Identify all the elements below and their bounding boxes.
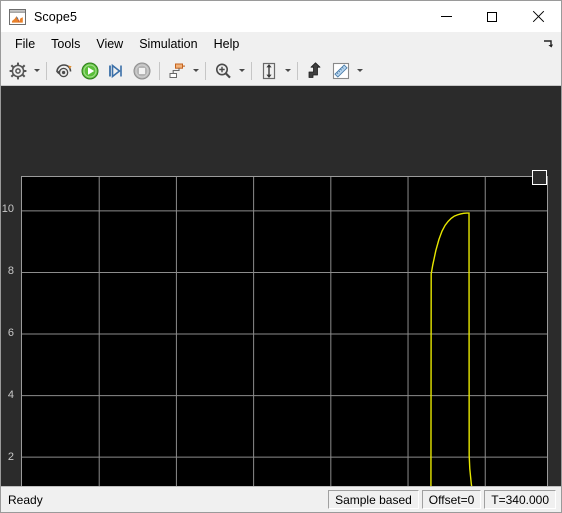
zoom-button[interactable] xyxy=(210,59,236,83)
measurements-button[interactable] xyxy=(328,59,354,83)
chevron-down-icon xyxy=(356,69,363,72)
step-forward-icon xyxy=(109,63,122,78)
toolbar-separator xyxy=(297,61,298,80)
layout-icon xyxy=(169,63,185,78)
menu-item-simulation[interactable]: Simulation xyxy=(131,34,205,55)
maximize-axes-icon xyxy=(534,172,545,183)
layout-caret[interactable] xyxy=(190,59,201,83)
menu-item-help[interactable]: Help xyxy=(206,34,248,55)
close-button[interactable] xyxy=(515,1,561,32)
stop-button[interactable] xyxy=(129,59,155,83)
matlab-logo-glyph xyxy=(12,15,23,23)
measurements-ruler-icon xyxy=(332,62,350,79)
minimize-icon xyxy=(440,16,452,17)
stop-icon xyxy=(133,62,151,79)
y-tick-label: 10 xyxy=(1,203,14,216)
zoom-in-icon xyxy=(216,63,231,78)
chevron-down-icon xyxy=(284,69,291,72)
window-controls xyxy=(423,1,561,32)
maximize-axes-button[interactable] xyxy=(532,170,547,185)
y-tick-label: 4 xyxy=(7,388,14,401)
close-icon xyxy=(532,11,544,23)
measurements-caret[interactable] xyxy=(354,59,365,83)
y-axis-ticks: 0246810 xyxy=(1,176,17,486)
toolbar-separator xyxy=(251,61,252,80)
zoom-caret[interactable] xyxy=(236,59,247,83)
chevron-down-icon xyxy=(33,69,40,72)
play-icon xyxy=(81,62,99,79)
signal-trace xyxy=(22,213,547,486)
signal-plot xyxy=(22,177,547,486)
scope-window: Scope5 File Tools View Simulation Help 2… xyxy=(0,0,562,513)
time-panel: T=340.000 xyxy=(484,490,556,509)
chevron-down-icon xyxy=(238,69,245,72)
menu-item-file[interactable]: File xyxy=(7,34,43,55)
maximize-button[interactable] xyxy=(469,1,515,32)
step-forward-button[interactable] xyxy=(103,59,129,83)
menu-item-view[interactable]: View xyxy=(88,34,131,55)
chevron-down-icon xyxy=(192,69,199,72)
trigger-arrow-icon xyxy=(308,61,321,78)
scope-display-area: 0246810 050100150200250300 xyxy=(1,86,561,486)
matlab-scope-icon xyxy=(9,8,26,25)
autoscale-button[interactable] xyxy=(256,59,282,83)
y-tick-label: 6 xyxy=(7,326,14,339)
window-title: Scope5 xyxy=(34,9,77,24)
menu-item-tools[interactable]: Tools xyxy=(43,34,88,55)
y-tick-label: 8 xyxy=(7,264,14,277)
toolbar xyxy=(1,56,561,86)
sample-mode-panel: Sample based xyxy=(328,490,419,509)
status-bar: Ready Sample based Offset=0 T=340.000 xyxy=(1,486,561,512)
title-bar: Scope5 xyxy=(1,1,561,32)
offset-panel: Offset=0 xyxy=(421,490,482,509)
layout-button[interactable] xyxy=(164,59,190,83)
connect-to-block-button[interactable] xyxy=(51,59,77,83)
run-button[interactable] xyxy=(77,59,103,83)
toolbar-separator xyxy=(159,61,160,80)
autoscale-caret[interactable] xyxy=(282,59,293,83)
configuration-properties-caret[interactable] xyxy=(31,59,42,83)
menu-bar: File Tools View Simulation Help xyxy=(1,32,561,56)
minimize-button[interactable] xyxy=(423,1,469,32)
plot-axes[interactable] xyxy=(21,176,548,486)
maximize-icon xyxy=(487,11,497,22)
configuration-properties-button[interactable] xyxy=(5,59,31,83)
toolbar-separator xyxy=(205,61,206,80)
expand-menu-icon[interactable] xyxy=(541,37,555,51)
trigger-button[interactable] xyxy=(302,59,328,83)
toolbar-separator xyxy=(46,61,47,80)
signal-selector-icon xyxy=(56,63,72,77)
status-message: Ready xyxy=(8,492,43,507)
gear-icon xyxy=(9,62,27,79)
autoscale-icon xyxy=(262,62,276,79)
y-tick-label: 2 xyxy=(7,450,14,463)
